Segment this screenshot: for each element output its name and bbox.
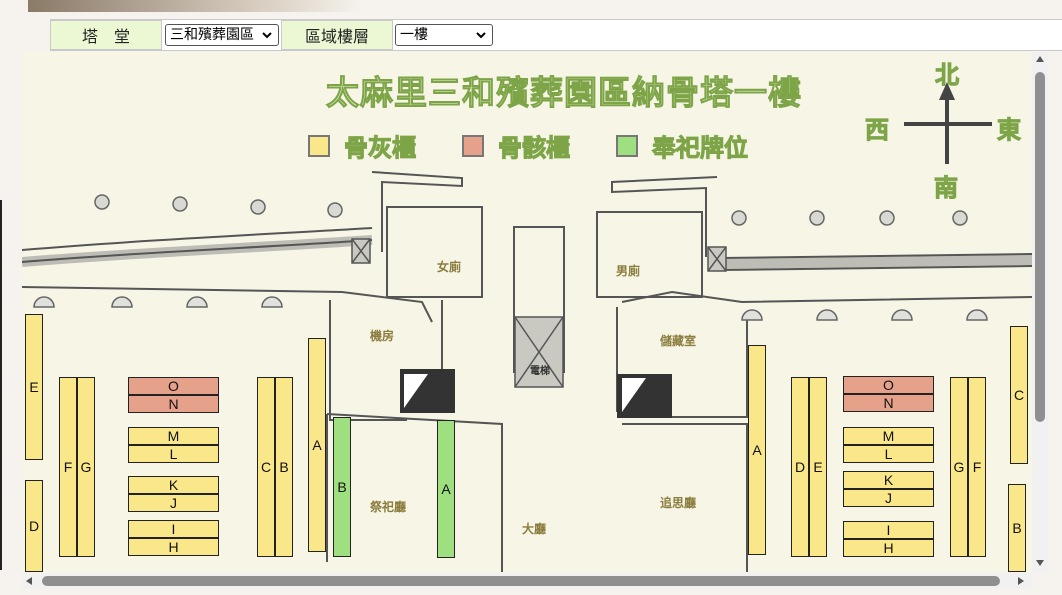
legend-bone-cabinet: 骨骸櫃: [462, 128, 571, 163]
cabinet-left-F[interactable]: F: [59, 377, 77, 557]
room-machine: 機房: [370, 329, 395, 343]
compass-east: 東: [997, 116, 1022, 145]
cabinet-right-K[interactable]: K: [843, 471, 934, 489]
room-lobby: 大廳: [522, 522, 547, 536]
cabinet-right-B[interactable]: B: [1008, 484, 1026, 572]
legend-urn-cabinet: 骨灰櫃: [308, 128, 417, 163]
tower-select-value: 三和殯葬園區: [170, 27, 254, 43]
room-men-restroom: 男廁: [616, 264, 641, 278]
vertical-scrollbar[interactable]: [1032, 52, 1048, 573]
left-frame-edge: [0, 200, 6, 570]
cabinet-left-D[interactable]: D: [25, 480, 43, 572]
room-memorial: 追思廳: [660, 496, 697, 510]
cabinet-left-A[interactable]: A: [308, 338, 326, 552]
compass-south: 南: [934, 174, 959, 203]
legend-label: 奉祀牌位: [652, 134, 749, 163]
cabinet-right-M[interactable]: M: [843, 427, 934, 445]
legend-label: 骨骸櫃: [498, 134, 571, 163]
floor-label: 區域樓層: [281, 20, 393, 50]
cabinet-right-E[interactable]: E: [809, 377, 827, 557]
scroll-down-icon[interactable]: [1036, 560, 1044, 566]
cabinet-left-E[interactable]: E: [25, 314, 43, 460]
plaque-B[interactable]: B: [333, 417, 351, 557]
compass-west: 西: [865, 116, 890, 145]
cabinet-left-G[interactable]: G: [77, 377, 95, 557]
toolbar: 塔 堂 三和殯葬園區 區域樓層 一樓: [50, 19, 1062, 51]
legend-swatch: [616, 134, 638, 157]
room-elevator: 電梯: [530, 366, 550, 377]
cabinet-left-N[interactable]: N: [128, 395, 219, 413]
cabinet-right-F[interactable]: F: [968, 377, 986, 557]
cabinet-right-N[interactable]: N: [843, 394, 934, 412]
tower-select[interactable]: 三和殯葬園區: [165, 24, 279, 46]
cabinet-left-C[interactable]: C: [257, 377, 275, 557]
cabinet-left-K[interactable]: K: [128, 476, 219, 494]
legend-swatch: [462, 134, 484, 157]
compass-north: 北: [935, 61, 960, 90]
room-women-restroom: 女廁: [437, 260, 462, 274]
room-storage: 儲藏室: [660, 334, 697, 348]
map-title: 太麻里三和殯葬園區納骨塔一樓: [326, 73, 802, 113]
plaque-A[interactable]: A: [437, 420, 455, 558]
compass-cross: [904, 100, 992, 164]
cabinet-right-H[interactable]: H: [843, 539, 934, 557]
floor-select-value: 一樓: [400, 27, 428, 43]
chevron-down-icon: [262, 32, 272, 39]
cabinet-right-D[interactable]: D: [791, 377, 809, 557]
cabinet-right-C[interactable]: C: [1010, 326, 1028, 464]
cabinet-left-B[interactable]: B: [275, 377, 293, 557]
legend-memorial-plaque: 奉祀牌位: [616, 128, 749, 163]
chevron-down-icon: [476, 32, 486, 39]
cabinet-left-O[interactable]: O: [128, 377, 219, 395]
vertical-scroll-thumb[interactable]: [1035, 72, 1045, 422]
cabinet-left-H[interactable]: H: [128, 538, 219, 556]
cabinet-left-I[interactable]: I: [128, 520, 219, 538]
header-decoration: [28, 0, 364, 12]
horizontal-scrollbar[interactable]: [22, 573, 1032, 589]
scroll-left-icon[interactable]: [26, 577, 32, 585]
cabinet-right-I[interactable]: I: [843, 521, 934, 539]
floor-select[interactable]: 一樓: [395, 24, 493, 46]
cabinet-right-J[interactable]: J: [843, 489, 934, 507]
legend-swatch: [308, 134, 330, 157]
cabinet-right-L[interactable]: L: [843, 445, 934, 463]
floor-plan-viewport[interactable]: 太麻里三和殯葬園區納骨塔一樓 骨灰櫃 骨骸櫃 奉祀牌位 北 西 東 南 女廁 男…: [22, 52, 1032, 572]
scroll-up-icon[interactable]: [1036, 56, 1044, 62]
cabinet-left-M[interactable]: M: [128, 427, 219, 445]
legend-label: 骨灰櫃: [344, 134, 417, 163]
cabinet-right-G[interactable]: G: [950, 377, 968, 557]
room-ceremony: 祭祀廳: [370, 500, 407, 514]
cabinet-right-A[interactable]: A: [748, 345, 766, 555]
tower-label: 塔 堂: [50, 20, 162, 50]
horizontal-scroll-thumb[interactable]: [42, 576, 1000, 586]
cabinet-right-O[interactable]: O: [843, 376, 934, 394]
cabinet-left-J[interactable]: J: [128, 494, 219, 512]
cabinet-left-L[interactable]: L: [128, 445, 219, 463]
scroll-right-icon[interactable]: [1018, 577, 1024, 585]
